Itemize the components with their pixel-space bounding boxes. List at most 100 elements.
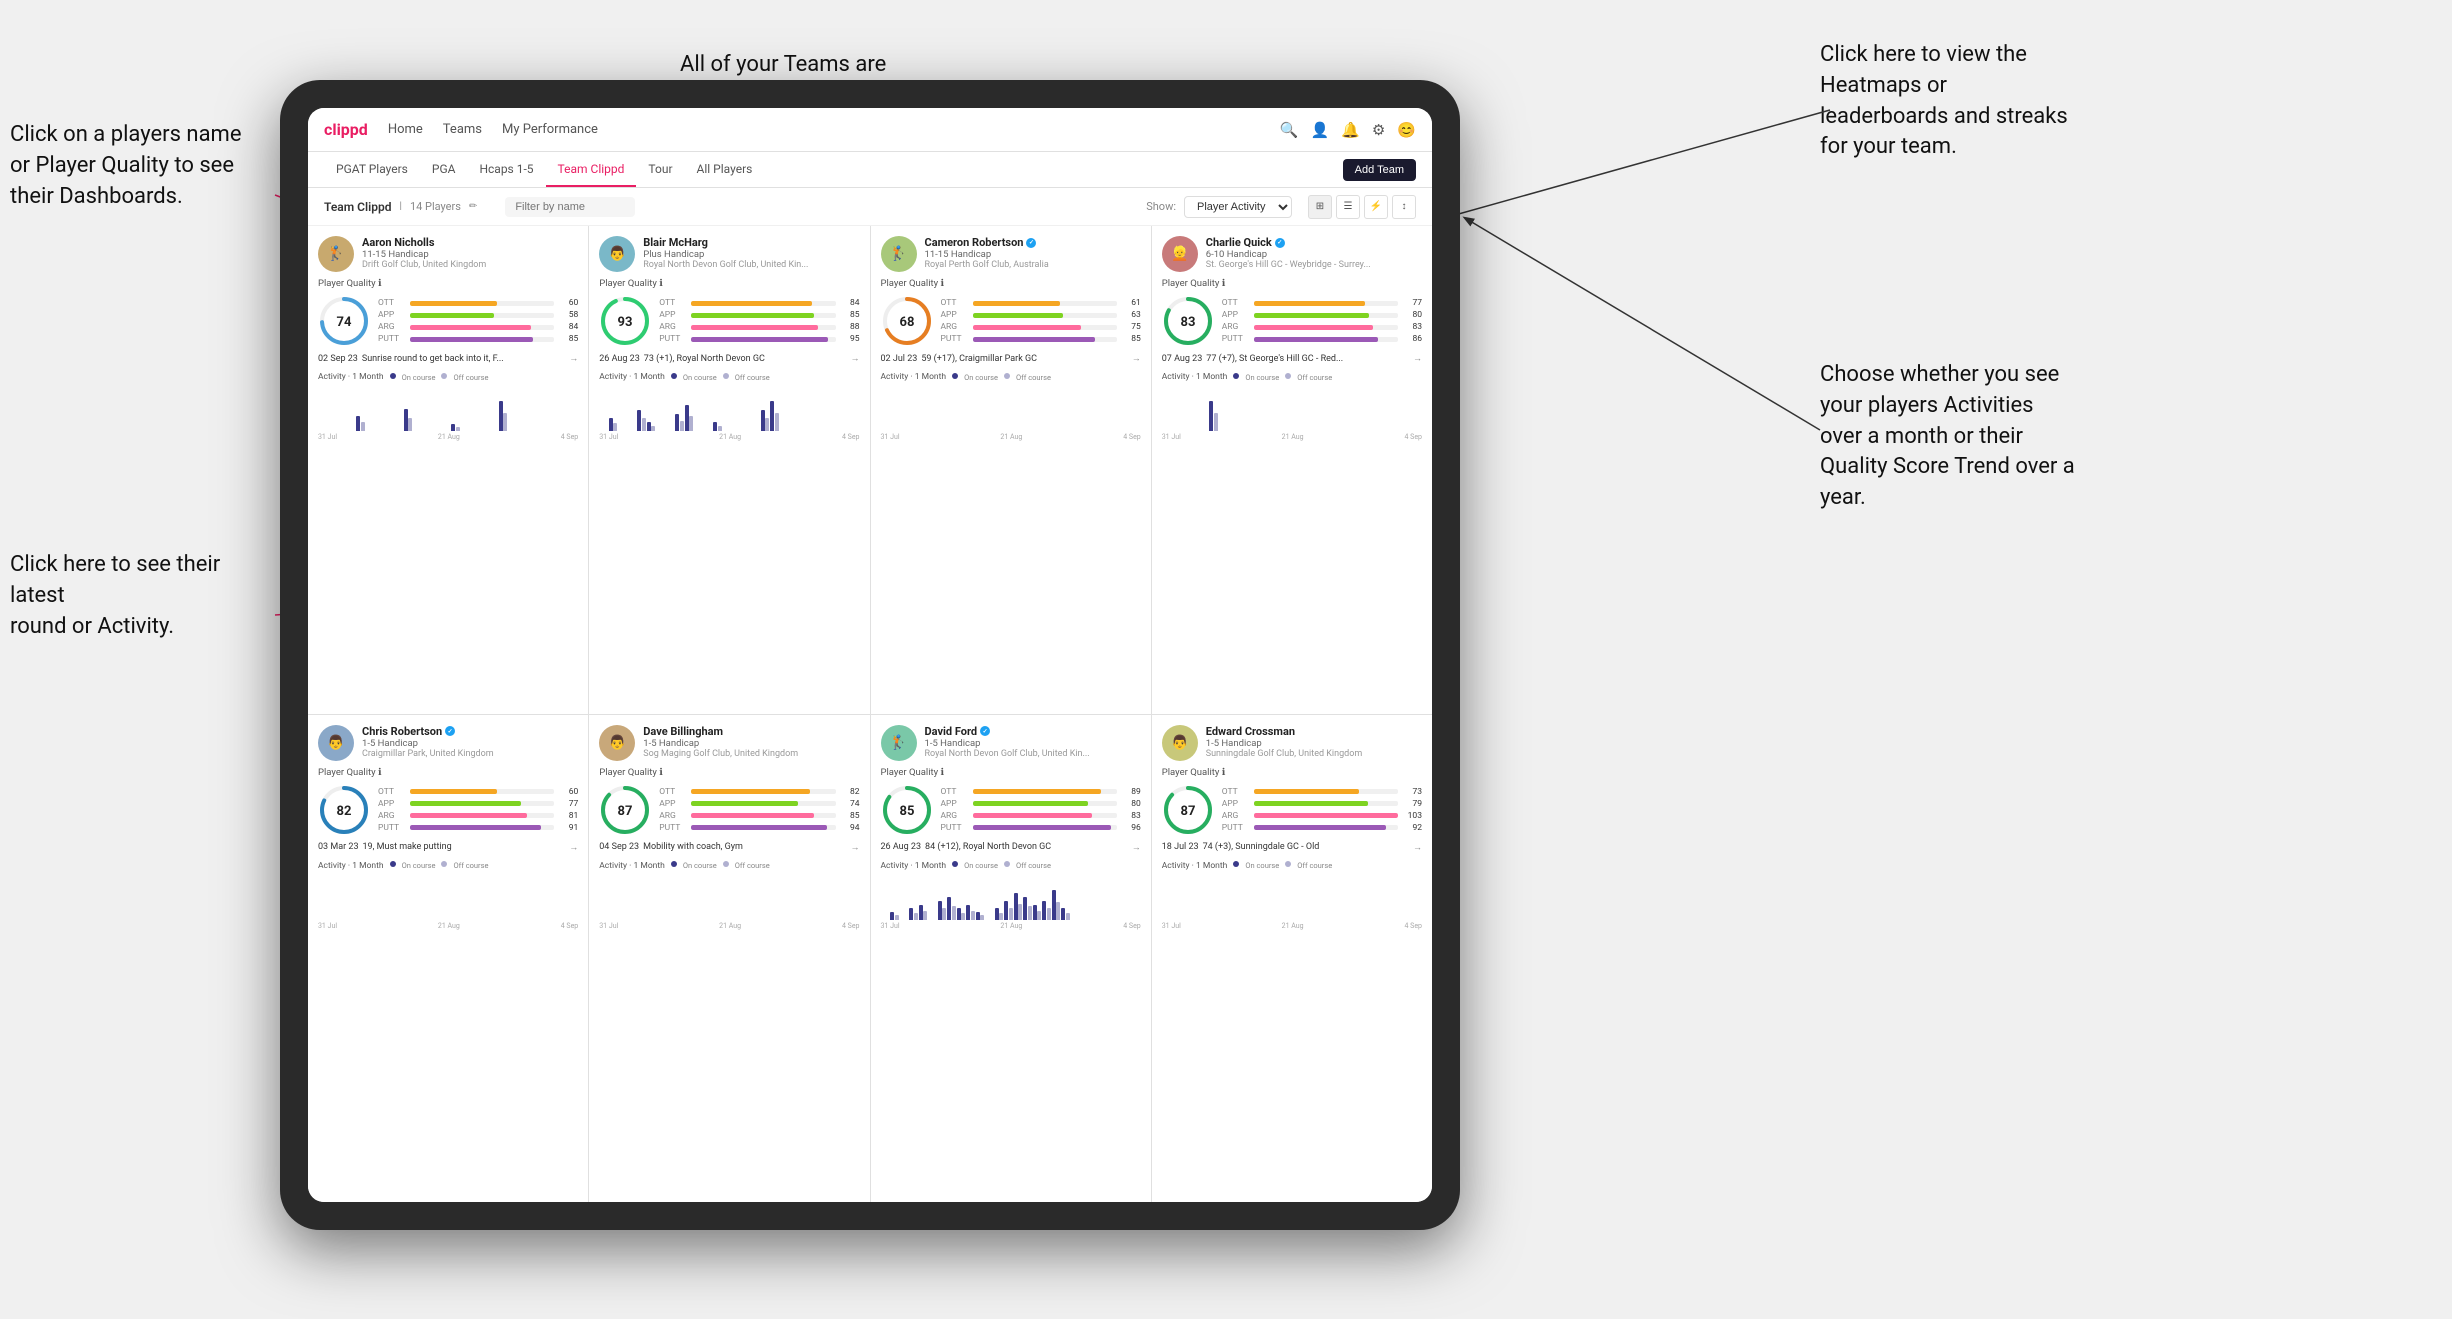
stat-row: OTT 73 bbox=[1222, 787, 1422, 797]
player-name[interactable]: Aaron Nicholls bbox=[362, 236, 578, 249]
chart-labels: 31 Jul 21 Aug 4 Sep bbox=[881, 922, 1141, 930]
stat-label: APP bbox=[1222, 310, 1250, 320]
stat-row: PUTT 94 bbox=[659, 823, 859, 833]
nav-items: Home Teams My Performance bbox=[388, 122, 1260, 137]
sub-nav-hcaps[interactable]: Hcaps 1-5 bbox=[467, 152, 545, 187]
recent-activity[interactable]: 18 Jul 23 74 (+3), Sunningdale GC - Old … bbox=[1162, 842, 1422, 853]
player-card[interactable]: 🏌 David Ford ✓ 1-5 Handicap Royal North … bbox=[871, 715, 1151, 1203]
player-card[interactable]: 👨 Blair McHarg Plus Handicap Royal North… bbox=[589, 226, 869, 714]
recent-activity[interactable]: 04 Sep 23 Mobility with coach, Gym → bbox=[599, 842, 859, 853]
recent-description: 84 (+12), Royal North Devon GC bbox=[925, 842, 1051, 852]
player-info: Blair McHarg Plus Handicap Royal North D… bbox=[643, 236, 859, 270]
player-header: 👨 Blair McHarg Plus Handicap Royal North… bbox=[599, 236, 859, 272]
stat-value: 92 bbox=[1402, 823, 1422, 833]
sub-nav-team-clippd[interactable]: Team Clippd bbox=[546, 152, 637, 187]
activity-header: Activity · 1 Month On course Off course bbox=[599, 372, 859, 382]
filter-button[interactable]: ⚡ bbox=[1364, 195, 1388, 219]
player-name[interactable]: Chris Robertson ✓ bbox=[362, 725, 578, 738]
team-search-input[interactable] bbox=[505, 197, 635, 217]
stat-bar-container bbox=[1254, 337, 1398, 342]
on-course-label: On course bbox=[1245, 861, 1279, 870]
player-card[interactable]: 👱 Charlie Quick ✓ 6-10 Handicap St. Geor… bbox=[1152, 226, 1432, 714]
stat-bar-container bbox=[410, 801, 554, 806]
search-icon[interactable]: 🔍 bbox=[1280, 121, 1299, 139]
score-circle[interactable]: 68 bbox=[881, 295, 933, 347]
recent-activity[interactable]: 02 Sep 23 Sunrise round to get back into… bbox=[318, 353, 578, 364]
bell-icon[interactable]: 🔔 bbox=[1341, 121, 1360, 139]
recent-activity[interactable]: 02 Jul 23 59 (+17), Craigmillar Park GC … bbox=[881, 353, 1141, 364]
sub-nav-pga[interactable]: PGA bbox=[420, 152, 468, 187]
player-name[interactable]: Charlie Quick ✓ bbox=[1206, 236, 1422, 249]
stat-bar bbox=[691, 789, 809, 794]
stat-bar-container bbox=[691, 813, 835, 818]
stat-label: ARG bbox=[1222, 811, 1250, 821]
bar-off bbox=[651, 426, 655, 431]
bar-off bbox=[361, 422, 365, 431]
stat-bar-container bbox=[691, 801, 835, 806]
stat-bar-container bbox=[1254, 313, 1398, 318]
off-course-dot bbox=[723, 373, 729, 379]
off-course-dot bbox=[1004, 373, 1010, 379]
sort-button[interactable]: ↕ bbox=[1392, 195, 1416, 219]
player-card[interactable]: 👨 Chris Robertson ✓ 1-5 Handicap Craigmi… bbox=[308, 715, 588, 1203]
player-name[interactable]: Blair McHarg bbox=[643, 236, 859, 249]
svg-text:87: 87 bbox=[1180, 804, 1195, 819]
bar-on bbox=[976, 912, 980, 920]
player-card[interactable]: 👨 Edward Crossman 1-5 Handicap Sunningda… bbox=[1152, 715, 1432, 1203]
activity-section: Activity · 1 Month On course Off course bbox=[881, 861, 1141, 930]
player-name[interactable]: Cameron Robertson ✓ bbox=[925, 236, 1141, 249]
bar-group bbox=[770, 401, 779, 431]
score-circle[interactable]: 87 bbox=[599, 784, 651, 836]
player-header: 👱 Charlie Quick ✓ 6-10 Handicap St. Geor… bbox=[1162, 236, 1422, 272]
score-circle[interactable]: 85 bbox=[881, 784, 933, 836]
on-course-label: On course bbox=[683, 373, 717, 382]
chart-label-mid: 21 Aug bbox=[1000, 433, 1022, 441]
bar-on bbox=[1052, 890, 1056, 920]
sub-nav-all-players[interactable]: All Players bbox=[685, 152, 765, 187]
score-circle[interactable]: 74 bbox=[318, 295, 370, 347]
activity-legend: On course Off course bbox=[952, 373, 1051, 382]
stat-value: 73 bbox=[1402, 787, 1422, 797]
show-select[interactable]: Player Activity bbox=[1184, 196, 1292, 218]
add-team-container: Add Team bbox=[1343, 158, 1416, 181]
player-card[interactable]: 🏌 Aaron Nicholls 11-15 Handicap Drift Go… bbox=[308, 226, 588, 714]
list-view-button[interactable]: ☰ bbox=[1336, 195, 1360, 219]
grid-view-button[interactable]: ⊞ bbox=[1308, 195, 1332, 219]
score-circle[interactable]: 82 bbox=[318, 784, 370, 836]
avatar-icon[interactable]: 😊 bbox=[1397, 121, 1416, 139]
player-card[interactable]: 👨 Dave Billingham 1-5 Handicap Sog Magin… bbox=[589, 715, 869, 1203]
bar-group bbox=[919, 905, 928, 920]
score-circle[interactable]: 93 bbox=[599, 295, 651, 347]
player-card[interactable]: 🏌 Cameron Robertson ✓ 11-15 Handicap Roy… bbox=[871, 226, 1151, 714]
nav-home[interactable]: Home bbox=[388, 122, 423, 137]
player-name[interactable]: Dave Billingham bbox=[643, 725, 859, 738]
nav-teams[interactable]: Teams bbox=[443, 122, 482, 137]
add-team-button[interactable]: Add Team bbox=[1343, 159, 1416, 181]
sub-nav-pgat[interactable]: PGAT Players bbox=[324, 152, 420, 187]
stat-row: APP 74 bbox=[659, 799, 859, 809]
sub-nav-tour[interactable]: Tour bbox=[636, 152, 684, 187]
stats-grid: OTT 61 APP 63 ARG 75 PUTT 8 bbox=[941, 298, 1141, 344]
stat-label: APP bbox=[941, 799, 969, 809]
recent-activity[interactable]: 03 Mar 23 19, Must make putting → bbox=[318, 842, 578, 853]
player-name[interactable]: Edward Crossman bbox=[1206, 725, 1422, 738]
player-handicap: 1-5 Handicap bbox=[362, 738, 578, 749]
recent-activity[interactable]: 26 Aug 23 73 (+1), Royal North Devon GC … bbox=[599, 353, 859, 364]
player-avatar: 👱 bbox=[1162, 236, 1198, 272]
score-circle[interactable]: 87 bbox=[1162, 784, 1214, 836]
chart-label-end: 4 Sep bbox=[1123, 433, 1140, 441]
recent-activity[interactable]: 26 Aug 23 84 (+12), Royal North Devon GC… bbox=[881, 842, 1141, 853]
chart-bars bbox=[599, 875, 859, 920]
edit-icon[interactable]: ✏ bbox=[469, 201, 477, 212]
settings-icon[interactable]: ⚙ bbox=[1372, 121, 1385, 139]
chart-bars bbox=[318, 386, 578, 431]
player-name[interactable]: David Ford ✓ bbox=[925, 725, 1141, 738]
bar-group bbox=[976, 912, 985, 920]
nav-my-performance[interactable]: My Performance bbox=[502, 122, 598, 137]
stat-bar-container bbox=[973, 801, 1117, 806]
recent-activity[interactable]: 07 Aug 23 77 (+7), St George's Hill GC -… bbox=[1162, 353, 1422, 364]
score-circle[interactable]: 83 bbox=[1162, 295, 1214, 347]
player-header: 👨 Dave Billingham 1-5 Handicap Sog Magin… bbox=[599, 725, 859, 761]
stat-value: 75 bbox=[1121, 322, 1141, 332]
profile-icon[interactable]: 👤 bbox=[1310, 121, 1329, 139]
